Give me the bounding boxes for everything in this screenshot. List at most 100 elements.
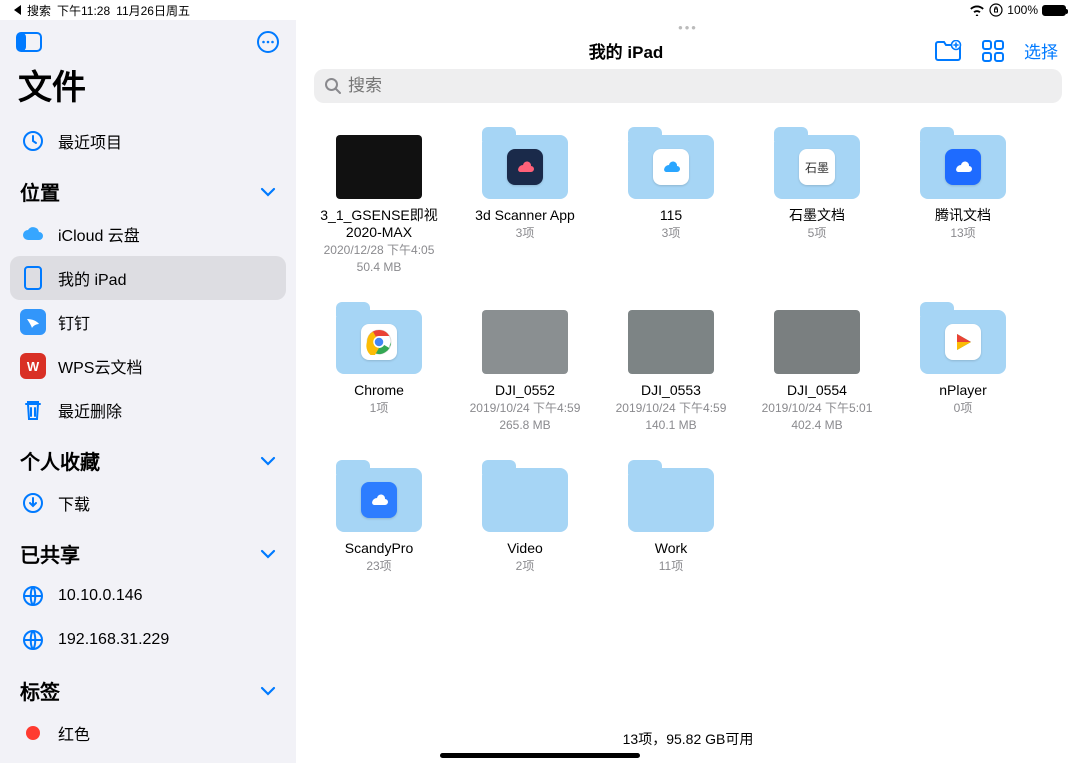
item-name: Work [655,540,687,557]
video-thumbnail [336,135,422,199]
download-icon [20,490,46,516]
more-options-button[interactable] [256,30,280,54]
folder-icon [336,310,422,374]
sidebar-heading-tags[interactable]: 标签 [10,666,286,711]
sidebar-item[interactable]: 10.10.0.146 [10,574,286,618]
item-meta: 2019/10/24 下午5:01 [762,401,873,417]
folder-item[interactable]: 石墨石墨文档 5项 [744,123,890,298]
sidebar-item[interactable]: WWPS云文档 [10,344,286,388]
chevron-down-icon [260,679,276,702]
select-button[interactable]: 选择 [1024,38,1058,63]
item-meta: 5项 [808,226,827,242]
wps-icon: W [20,353,46,379]
sidebar-item[interactable]: 我的 iPad [10,256,286,300]
item-meta: 2020/12/28 下午4:05 [324,243,435,259]
folder-item[interactable]: Chrome1项 [306,298,452,456]
folder-item[interactable]: 腾讯文档 13项 [890,123,1036,298]
folder-item[interactable]: nPlayer0项 [890,298,1036,456]
tag-dot-icon [20,720,46,746]
battery-percent: 100% [1007,3,1038,17]
sidebar-item[interactable]: 下载 [10,481,286,525]
sidebar-item-label: 钉钉 [58,310,90,334]
sidebar-item-label: 我的 iPad [58,266,126,290]
sidebar-heading-shared[interactable]: 已共享 [10,529,286,574]
item-name: DJI_0554 [787,382,847,399]
folder-item[interactable]: Work11项 [598,456,744,596]
item-meta: 50.4 MB [357,260,402,276]
video-thumbnail [774,310,860,374]
item-meta: 0项 [954,401,973,417]
sidebar-item[interactable]: 橙色 [10,755,286,763]
trash-icon [20,397,46,423]
sidebar-item-label: 192.168.31.229 [58,631,169,649]
toggle-sidebar-button[interactable] [16,32,42,52]
orientation-lock-icon [989,3,1003,17]
sidebar-item-label: 最近删除 [58,398,122,422]
status-date: 11月26日周五 [116,2,190,19]
item-name: 腾讯文档 [935,207,991,224]
sidebar-item[interactable]: 最近删除 [10,388,286,432]
item-name: Video [507,540,543,557]
file-item[interactable]: DJI_0554 2019/10/24 下午5:01402.4 MB [744,298,890,456]
battery-icon [1042,5,1066,16]
back-app-label[interactable]: 搜索 [27,2,51,19]
folder-item[interactable]: Video 2项 [452,456,598,596]
sidebar-item[interactable]: 红色 [10,711,286,755]
dingtalk-icon [20,309,46,335]
multitask-handle-icon[interactable]: ••• [296,20,1080,34]
icloud-icon [20,221,46,247]
folder-item[interactable]: 1153项 [598,123,744,298]
view-mode-button[interactable] [982,40,1004,62]
sidebar-item-label: 10.10.0.146 [58,587,143,605]
folder-icon [920,135,1006,199]
folder-item[interactable]: ScandyPro23项 [306,456,452,596]
item-name: DJI_0553 [641,382,701,399]
folder-icon [482,135,568,199]
sidebar-item-label: 最近项目 [58,129,122,153]
chevron-down-icon [260,180,276,203]
item-name: 石墨文档 [789,207,845,224]
video-thumbnail [482,310,568,374]
file-item[interactable]: DJI_05532019/10/24 下午4:59140.1 MB [598,298,744,456]
sidebar-item-label: 红色 [58,721,90,745]
ipad-icon [20,265,46,291]
sidebar-item[interactable]: 钉钉 [10,300,286,344]
file-item[interactable]: DJI_05522019/10/24 下午4:59265.8 MB [452,298,598,456]
folder-icon [482,468,568,532]
item-meta: 1项 [370,401,389,417]
item-meta: 2019/10/24 下午4:59 [470,401,581,417]
status-time: 下午11:28 [57,2,110,19]
content-area: ••• 我的 iPad 选择 3_1_GSENSE即视2020-MAX2020/… [296,20,1080,763]
folder-icon [628,468,714,532]
item-name: ScandyPro [345,540,413,557]
clock-icon [20,128,46,154]
file-item[interactable]: 3_1_GSENSE即视2020-MAX2020/12/28 下午4:0550.… [306,123,452,298]
item-meta: 402.4 MB [791,418,842,434]
wifi-icon [969,4,985,16]
video-thumbnail [628,310,714,374]
globe-icon [20,583,46,609]
item-meta: 2项 [516,559,535,575]
app-title: 文件 [0,54,296,117]
page-title: 我的 iPad [318,38,934,63]
sidebar-item-recent[interactable]: 最近项目 [10,119,286,163]
sidebar-heading-favorites[interactable]: 个人收藏 [10,436,286,481]
sidebar-item[interactable]: 192.168.31.229 [10,618,286,662]
back-caret-icon[interactable] [14,5,21,15]
item-name: 3d Scanner App [475,207,575,224]
item-meta: 13项 [950,226,975,242]
item-meta: 3项 [516,226,535,242]
folder-icon: 石墨 [774,135,860,199]
search-field[interactable] [314,69,1062,103]
globe-icon [20,627,46,653]
home-indicator[interactable] [440,753,640,758]
folder-item[interactable]: 3d Scanner App 3项 [452,123,598,298]
item-name: 115 [660,207,682,224]
item-meta: 265.8 MB [499,418,550,434]
new-folder-button[interactable] [934,40,962,62]
sidebar: 文件 最近项目 位置 iCloud 云盘我的 iPad 钉钉 WWPS云文档最近删除… [0,20,296,763]
sidebar-heading-locations[interactable]: 位置 [10,167,286,212]
item-meta: 3项 [662,226,681,242]
search-input[interactable] [348,76,1052,96]
sidebar-item[interactable]: iCloud 云盘 [10,212,286,256]
